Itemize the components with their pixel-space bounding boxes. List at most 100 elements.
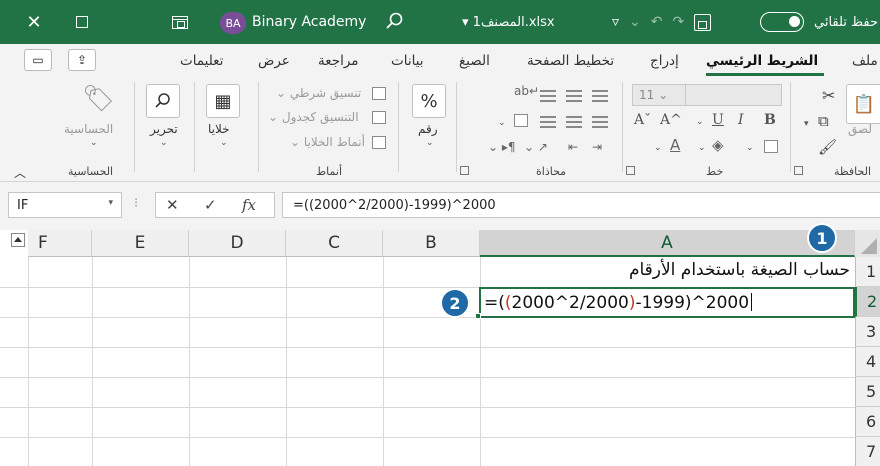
- column-header-e[interactable]: E: [92, 230, 189, 257]
- shrink-font-button[interactable]: Aˇ: [634, 112, 651, 128]
- tab-review[interactable]: مراجعة: [318, 53, 359, 69]
- italic-button[interactable]: I: [738, 112, 744, 128]
- align-top-icon[interactable]: [540, 90, 556, 102]
- cells-button[interactable]: ▦: [206, 84, 240, 118]
- row-header-5[interactable]: 5: [855, 377, 880, 407]
- editing-button[interactable]: [146, 84, 180, 118]
- tab-view[interactable]: عرض: [258, 53, 290, 69]
- maximize-button[interactable]: [62, 0, 102, 44]
- cancel-entry-icon[interactable]: ✕: [166, 196, 179, 214]
- name-box[interactable]: IF ▾: [8, 192, 122, 218]
- row-header-3[interactable]: 3: [855, 317, 880, 347]
- copy-icon[interactable]: ⧉: [818, 112, 829, 130]
- font-launcher-icon[interactable]: [626, 166, 635, 175]
- ribbon-display-button[interactable]: [160, 0, 200, 44]
- grid-line: [383, 257, 384, 466]
- row-header-1[interactable]: 1: [855, 257, 880, 287]
- tab-formulas[interactable]: الصيغ: [459, 53, 490, 69]
- orientation-icon[interactable]: ⌄ ↗: [524, 140, 548, 154]
- decrease-indent-icon[interactable]: ⇤: [568, 140, 578, 154]
- account-name[interactable]: Binary Academy: [252, 14, 366, 30]
- format-painter-icon[interactable]: 🖌: [818, 138, 837, 156]
- font-color-dropdown-icon[interactable]: ⌄: [654, 143, 662, 153]
- redo-dropdown-icon[interactable]: ⌄: [629, 10, 641, 34]
- close-button[interactable]: ✕: [14, 0, 54, 44]
- row-header-7[interactable]: 7: [855, 437, 880, 466]
- tab-help[interactable]: تعليمات: [180, 53, 223, 69]
- align-center-icon[interactable]: [566, 116, 582, 128]
- cell-a2[interactable]: =((2000^2/2000)-1999)^2000: [479, 287, 855, 318]
- align-middle-icon[interactable]: [566, 90, 582, 102]
- comment-icon: ▭: [32, 53, 44, 67]
- borders-icon[interactable]: [764, 140, 778, 153]
- editing-dropdown-icon[interactable]: ⌄: [160, 138, 168, 148]
- cells-dropdown-icon[interactable]: ⌄: [220, 138, 228, 148]
- copy-dropdown-icon[interactable]: ▾: [804, 119, 809, 129]
- tab-home[interactable]: الشريط الرئيسي: [706, 53, 818, 69]
- row-header-4[interactable]: 4: [855, 347, 880, 377]
- insert-function-icon[interactable]: fx: [242, 196, 256, 214]
- cell-a1[interactable]: حساب الصيغة باستخدام الأرقام: [480, 260, 850, 287]
- font-color-icon[interactable]: A: [670, 136, 680, 154]
- number-dropdown-icon[interactable]: ⌄: [426, 138, 434, 148]
- fill-handle[interactable]: [475, 313, 481, 319]
- number-format-button[interactable]: %: [412, 84, 446, 118]
- name-box-dropdown-icon[interactable]: ▾: [108, 198, 113, 208]
- enter-entry-icon[interactable]: ✓: [204, 196, 217, 214]
- save-icon[interactable]: [694, 13, 712, 31]
- tab-page-layout[interactable]: تخطيط الصفحة: [527, 53, 614, 69]
- formula-bar-grip-icon[interactable]: ⁝: [134, 196, 138, 211]
- fill-dropdown-icon[interactable]: ⌄: [698, 143, 706, 153]
- underline-button[interactable]: U: [712, 112, 724, 128]
- cell-styles-button[interactable]: ⌄ أنماط الخلايا: [290, 135, 365, 149]
- tab-data[interactable]: بيانات: [391, 53, 424, 69]
- autosave-toggle[interactable]: [760, 12, 804, 32]
- align-left-icon[interactable]: [540, 116, 556, 128]
- conditional-formatting-icon: [372, 87, 386, 100]
- share-button[interactable]: ⇪: [68, 49, 96, 71]
- grow-font-button[interactable]: A^: [660, 112, 682, 128]
- column-header-a[interactable]: A: [480, 230, 855, 257]
- column-header-d[interactable]: D: [189, 230, 286, 257]
- underline-dropdown-icon[interactable]: ⌄: [696, 117, 704, 127]
- font-size-box[interactable]: 11 ⌄: [632, 84, 686, 106]
- paste-label: لصق: [848, 122, 873, 136]
- sensitivity-icon[interactable]: 🏷: [82, 84, 115, 114]
- tab-file[interactable]: ملف: [852, 53, 878, 69]
- align-bottom-icon[interactable]: [592, 90, 608, 102]
- file-name[interactable]: ▾ المصنف1.xlsx: [462, 15, 555, 30]
- file-name-caret: ▾: [462, 15, 469, 30]
- row-header-2[interactable]: 2: [855, 287, 880, 317]
- column-header-c[interactable]: C: [286, 230, 383, 257]
- formula-input[interactable]: =((2000^2/2000)-1999)^2000: [282, 192, 880, 218]
- increase-indent-icon[interactable]: ⇥: [592, 140, 602, 154]
- rtl-text-icon[interactable]: ⌄ ▸¶: [488, 140, 516, 154]
- search-icon[interactable]: [384, 10, 406, 32]
- merge-center-icon[interactable]: [514, 114, 528, 127]
- row-header-6[interactable]: 6: [855, 407, 880, 437]
- clipboard-launcher-icon[interactable]: [794, 166, 803, 175]
- select-all-corner[interactable]: [855, 230, 880, 257]
- avatar[interactable]: BA: [220, 12, 246, 34]
- tab-insert[interactable]: إدراج: [650, 53, 679, 69]
- wrap-text-icon[interactable]: ab↵: [514, 84, 539, 98]
- bold-button[interactable]: B: [764, 112, 776, 128]
- paste-button[interactable]: 📋: [846, 84, 880, 124]
- align-right-icon[interactable]: [592, 116, 608, 128]
- alignment-launcher-icon[interactable]: [460, 166, 469, 175]
- fill-color-icon[interactable]: ◈: [712, 136, 724, 154]
- conditional-formatting-button[interactable]: ⌄ تنسيق شرطي: [276, 86, 361, 100]
- redo-icon[interactable]: ↷: [673, 10, 685, 34]
- column-header-b[interactable]: B: [383, 230, 480, 257]
- column-header-f[interactable]: F: [28, 230, 92, 257]
- undo-icon[interactable]: ↶: [651, 10, 663, 34]
- cut-icon[interactable]: ✂: [822, 86, 835, 105]
- comments-button[interactable]: ▭: [24, 49, 52, 71]
- scroll-up-icon[interactable]: [11, 233, 25, 247]
- collapse-ribbon-icon[interactable]: ︿: [14, 164, 26, 181]
- merge-dropdown-icon[interactable]: ⌄: [498, 118, 506, 128]
- customize-toolbar-icon[interactable]: ▿: [612, 10, 619, 34]
- borders-dropdown-icon[interactable]: ⌄: [746, 143, 754, 153]
- sensitivity-dropdown-icon[interactable]: ⌄: [90, 138, 98, 148]
- format-as-table-button[interactable]: ⌄ التنسيق كجدول: [268, 110, 359, 124]
